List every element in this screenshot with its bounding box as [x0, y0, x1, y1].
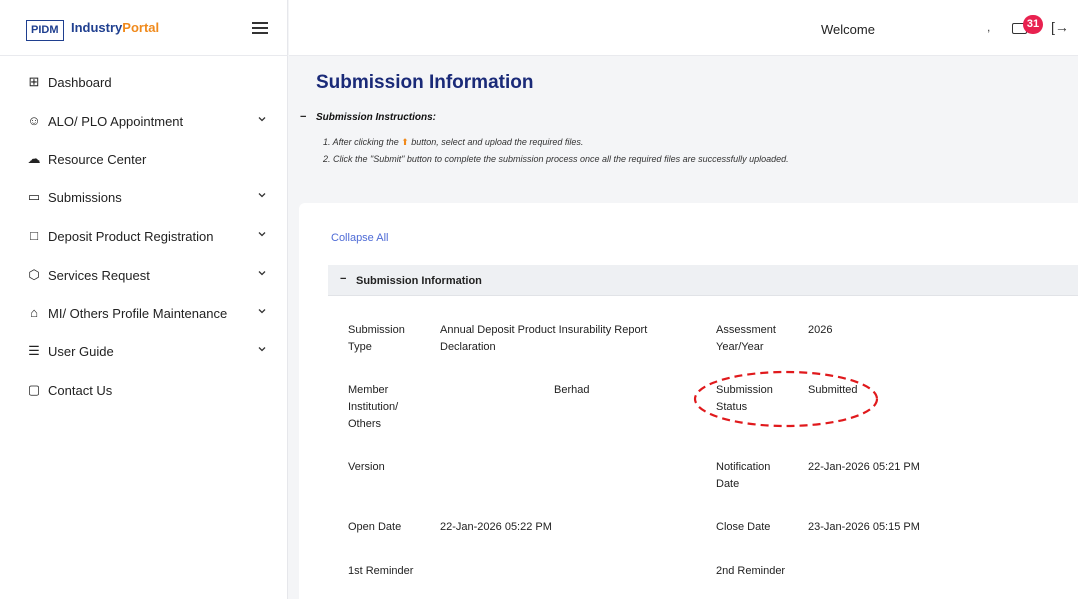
close-date-label: Close Date [716, 521, 771, 533]
sidebar-item-label: Submissions [48, 190, 122, 205]
first-reminder-label: 1st Reminder [348, 565, 414, 577]
chevron-down-icon [258, 232, 266, 237]
chevron-down-icon [258, 193, 266, 198]
collapse-all-link[interactable]: Collapse All [331, 232, 388, 244]
top-bar: Welcome , 31 [→ [289, 0, 1078, 56]
assessment-year-value: 2026 [808, 324, 833, 336]
submission-type-label: Submission Type [348, 324, 405, 353]
sidebar-item-label: ALO/ PLO Appointment [48, 114, 184, 129]
notification-date-label: Notification Date [716, 461, 771, 490]
document-icon: □ [30, 228, 38, 243]
notification-date-value: 22-Jan-2026 05:21 PM [808, 461, 920, 473]
assessment-year-label: Assessment Year/Year [716, 324, 776, 353]
sidebar-item-label: Contact Us [48, 383, 113, 398]
book-icon: ☰ [28, 343, 40, 358]
chat-icon: ▢ [27, 382, 41, 397]
annotation-highlight [693, 370, 879, 428]
sidebar-item-label: Services Request [48, 268, 150, 283]
user-add-icon: ☺ [27, 113, 41, 128]
section-collapse-icon[interactable]: − [340, 273, 346, 285]
pidm-logo[interactable]: PIDM [26, 20, 64, 41]
version-label: Version [348, 461, 385, 473]
sidebar-item-services-request[interactable]: ⬡ Services Request [0, 259, 288, 295]
welcome-text: Welcome [821, 22, 875, 37]
sidebar-item-submissions[interactable]: ▭ Submissions [0, 181, 288, 217]
folder-icon: ▭ [27, 189, 41, 204]
sidebar-item-contact-us[interactable]: ▢ Contact Us [0, 374, 288, 410]
menu-toggle-icon[interactable] [252, 22, 268, 34]
app-name-part1: Industry [71, 20, 123, 35]
member-institution-value: Berhad [554, 384, 590, 396]
grid-icon: ⊞ [28, 74, 40, 89]
cloud-download-icon: ☁ [27, 151, 41, 166]
sidebar-item-mi-others-profile-maintenance[interactable]: ⌂ MI/ Others Profile Maintenance [0, 297, 288, 333]
instruction-1-suffix: button, select and upload the required f… [411, 137, 584, 147]
instruction-line-1: 1. After clicking the ⬆ button, select a… [323, 137, 583, 148]
open-date-value: 22-Jan-2026 05:22 PM [440, 521, 552, 533]
section-title: Submission Information [356, 275, 482, 287]
sidebar-item-label: Deposit Product Registration [48, 229, 214, 244]
close-date-value: 23-Jan-2026 05:15 PM [808, 521, 920, 533]
open-date-label: Open Date [348, 521, 402, 533]
user-name-separator: , [987, 20, 991, 34]
second-reminder-label: 2nd Reminder [716, 565, 786, 577]
sidebar-item-user-guide[interactable]: ☰ User Guide [0, 335, 288, 371]
sidebar-item-label: Resource Center [48, 152, 147, 167]
sidebar: PIDM IndustryPortal ⊞ Dashboard ☺ ALO/ P… [0, 0, 288, 599]
sidebar-item-label: User Guide [48, 344, 114, 359]
sidebar-item-resource-center[interactable]: ☁ Resource Center [0, 143, 288, 179]
sidebar-item-dashboard[interactable]: ⊞ Dashboard [0, 66, 288, 102]
brand-header: PIDM IndustryPortal [0, 0, 288, 56]
member-institution-label: Member Institution/ Others [348, 384, 399, 430]
instruction-1-prefix: 1. After clicking the [323, 137, 399, 147]
chevron-down-icon [258, 309, 266, 314]
sidebar-item-deposit-product-registration[interactable]: □ Deposit Product Registration [0, 220, 288, 256]
chevron-down-icon [258, 117, 266, 122]
page-title: Submission Information [316, 72, 534, 93]
submission-card [299, 203, 1078, 599]
sidebar-item-label: Dashboard [48, 75, 112, 90]
app-name: IndustryPortal [71, 20, 159, 35]
instruction-line-2: 2. Click the "Submit" button to complete… [323, 154, 789, 164]
instructions-toggle[interactable]: − [300, 111, 306, 123]
home-icon: ⌂ [30, 305, 38, 320]
upload-icon: ⬆ [401, 137, 409, 147]
section-header[interactable]: − Submission Information [328, 265, 1078, 296]
box-icon: ⬡ [28, 267, 40, 282]
logout-icon[interactable]: [→ [1051, 19, 1069, 35]
sidebar-item-label: MI/ Others Profile Maintenance [48, 306, 228, 321]
sidebar-item-alo-plo-appointment[interactable]: ☺ ALO/ PLO Appointment [0, 105, 288, 141]
submission-type-value: Annual Deposit Product Insurability Repo… [440, 324, 648, 353]
chevron-down-icon [258, 347, 266, 352]
instructions-title: Submission Instructions: [316, 112, 437, 123]
notification-badge[interactable]: 31 [1023, 15, 1043, 34]
chevron-down-icon [258, 271, 266, 276]
app-name-part2: Portal [122, 20, 160, 35]
